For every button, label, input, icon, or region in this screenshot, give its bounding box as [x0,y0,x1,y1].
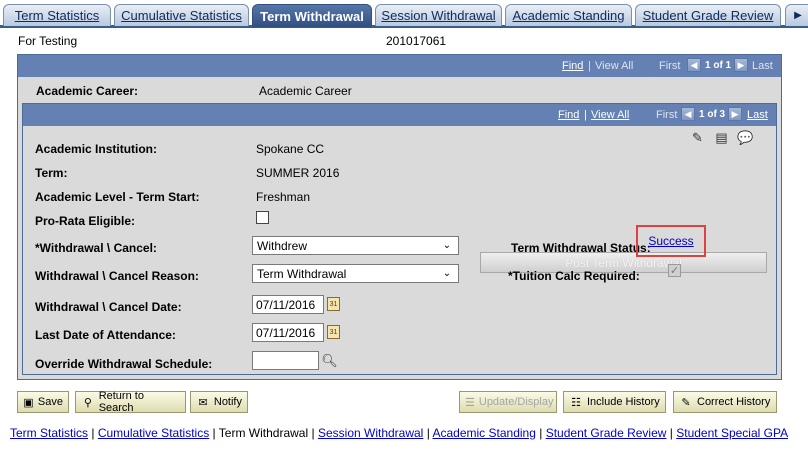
outer-count: 1 of 1 [705,60,732,71]
notify-button[interactable]: ✉ Notify [190,391,248,413]
inner-prev-icon[interactable]: ◀ [681,107,695,121]
footer-student-special-gpa[interactable]: Student Special GPA [676,426,788,440]
term-label: Term: [35,166,68,180]
footer-term-statistics[interactable]: Term Statistics [10,426,88,440]
career-value: Academic Career [259,84,352,98]
pro-rata-label: Pro-Rata Eligible: [35,214,136,228]
override-label: Override Withdrawal Schedule: [35,357,213,371]
outer-prev-icon[interactable]: ◀ [687,58,701,72]
update-label: Update/Display [478,396,554,408]
calendar-icon[interactable]: 31 [327,325,340,339]
last-date-label: Last Date of Attendance: [35,328,176,342]
history-icon: ☷ [571,396,581,409]
inner-nav-bar: Find | View All First ◀ 1 of 3 ▶ Last [23,104,776,126]
career-row: Academic Career: Academic Career [18,79,781,101]
footer-session-withdrawal[interactable]: Session Withdrawal [318,426,423,440]
withdrawal-select-value: Withdrew [257,238,308,253]
footer-sep: | [539,426,543,440]
student-name: For Testing [18,34,78,48]
save-button[interactable]: ▣ Save [17,391,69,413]
footer-sep: | [91,426,95,440]
tab-term-statistics[interactable]: Term Statistics [3,4,111,26]
career-label: Academic Career: [36,84,139,98]
return-label: Return to Search [98,390,144,414]
footer-sep: | [669,426,673,440]
inner-first: First [656,109,678,121]
academic-career-panel: Find | View All First ◀ 1 of 1 ▶ Last Ac… [17,54,782,380]
include-history-button[interactable]: ☷ Include History [563,391,666,413]
reason-select[interactable]: Term Withdrawal ⌄ [252,264,459,283]
withdrawal-label: *Withdrawal \ Cancel: [35,241,157,255]
outer-view-all: View All [595,60,634,72]
status-label: Term Withdrawal Status: [511,241,651,255]
correct-history-button[interactable]: ✎ Correct History [673,391,777,413]
include-history-label: Include History [587,396,660,408]
notify-icon: ✉ [198,396,208,409]
footer-sep: | [212,426,216,440]
level-label: Academic Level - Term Start: [35,190,200,204]
level-value: Freshman [256,190,311,204]
inner-nav-sep: | [584,109,587,121]
add-comment-icon[interactable]: ✎ [689,129,706,146]
outer-last: Last [752,60,773,72]
update-icon: ☰ [465,396,475,409]
reason-select-value: Term Withdrawal [257,266,347,281]
tuition-label: *Tuition Calc Required: [508,269,640,283]
tab-academic-standing[interactable]: Academic Standing [505,4,632,26]
save-icon: ▣ [23,396,34,409]
footer-cumulative-statistics[interactable]: Cumulative Statistics [98,426,209,440]
term-value: SUMMER 2016 [256,166,340,180]
inner-view-all-link[interactable]: View All [591,109,629,121]
update-display-button: ☰ Update/Display [459,391,557,413]
calendar-icon[interactable]: 31 [327,297,340,311]
student-id: 201017061 [386,34,447,48]
tab-student-grade-review[interactable]: Student Grade Review [635,4,781,26]
outer-nav-bar: Find | View All First ◀ 1 of 1 ▶ Last [18,55,781,77]
search-icon: ⚲ [83,396,92,409]
outer-find-link[interactable]: Find [562,60,583,72]
chevron-down-icon: ⌄ [442,240,452,251]
tab-term-withdrawal[interactable]: Term Withdrawal [252,4,372,27]
wd-date-input[interactable]: 07/11/2016 [252,295,324,314]
reason-label: Withdrawal \ Cancel Reason: [35,269,199,283]
outer-next-icon[interactable]: ▶ [734,58,748,72]
correct-history-icon: ✎ [681,396,691,409]
speech-bubble-icon[interactable]: 💬 [737,129,754,146]
institution-label: Academic Institution: [35,142,158,156]
outer-nav-sep: | [588,60,591,72]
footer-term-withdrawal: Term Withdrawal [218,426,309,440]
footer-student-grade-review[interactable]: Student Grade Review [546,426,667,440]
inner-count: 1 of 3 [699,109,726,120]
outer-first: First [659,60,681,72]
search-icon[interactable]: 🔍︎ [321,352,338,369]
status-highlight: Success [636,225,706,257]
footer-nav: Term Statistics | Cumulative Statistics … [10,426,788,440]
footer-academic-standing[interactable]: Academic Standing [432,426,535,440]
override-input[interactable] [252,351,319,370]
status-success-link[interactable]: Success [648,234,693,248]
notepad-icon[interactable]: ▤ [713,129,730,146]
pro-rata-checkbox[interactable] [256,211,269,224]
tab-cumulative-statistics[interactable]: Cumulative Statistics [114,4,249,26]
last-date-input[interactable]: 07/11/2016 [252,323,324,342]
tuition-checkbox: ✓ [668,264,681,277]
footer-sep: | [426,426,430,440]
correct-history-label: Correct History [697,396,771,408]
notify-label: Notify [213,396,242,408]
institution-value: Spokane CC [256,142,325,156]
chevron-down-icon: ⌄ [442,268,452,279]
withdrawal-select[interactable]: Withdrew ⌄ [252,236,459,255]
inner-next-icon[interactable]: ▶ [728,107,742,121]
wd-date-label: Withdrawal \ Cancel Date: [35,300,182,314]
return-to-search-button[interactable]: ⚲ Return to Search [75,390,186,414]
footer-sep: | [311,426,315,440]
tab-bar: Term Statistics Cumulative Statistics Te… [0,0,808,28]
inner-last-link[interactable]: Last [747,109,768,121]
tab-session-withdrawal[interactable]: Session Withdrawal [375,4,502,26]
save-label: Save [37,396,63,408]
inner-find-link[interactable]: Find [558,109,579,121]
tab-scroll-right-icon[interactable]: ▶ [785,4,808,26]
